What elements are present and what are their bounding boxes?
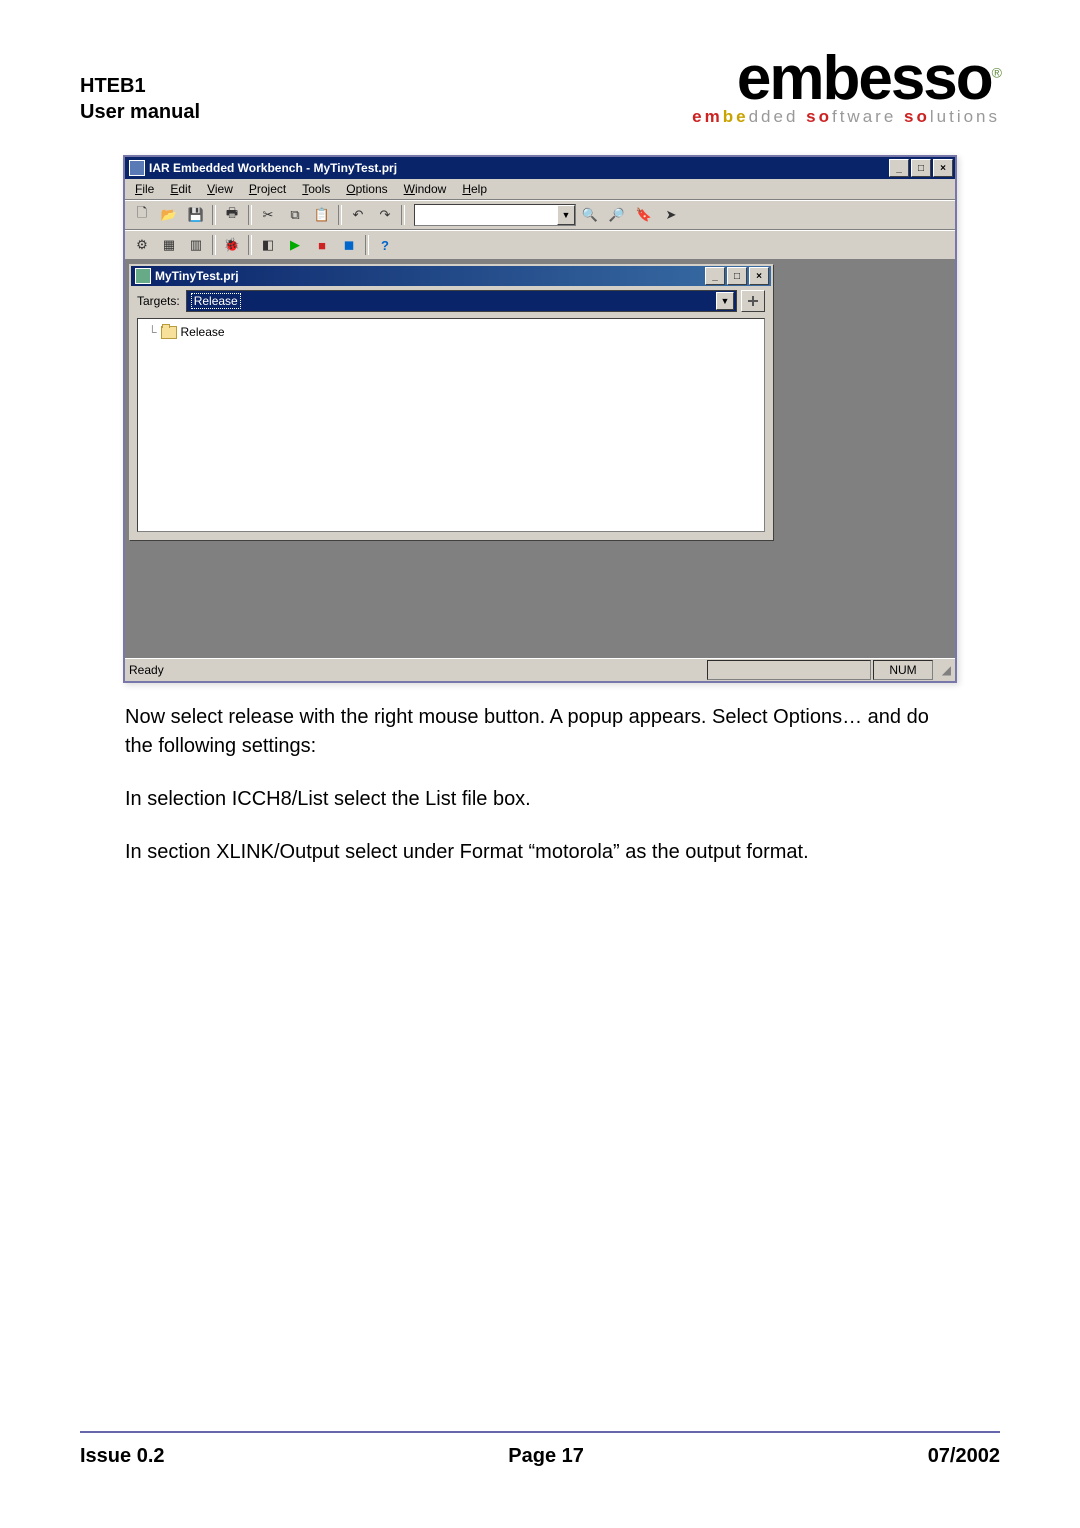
- redo-icon[interactable]: ↷: [372, 203, 398, 227]
- window-title: IAR Embedded Workbench - MyTinyTest.prj: [149, 161, 397, 175]
- undo-icon[interactable]: ↶: [345, 203, 371, 227]
- project-window-title: MyTinyTest.prj: [155, 269, 239, 283]
- print-icon[interactable]: 🖶: [219, 203, 245, 227]
- tree-item-label: Release: [181, 325, 225, 339]
- bookmark-icon[interactable]: 🔖: [631, 203, 657, 227]
- statusbar: Ready NUM ◢: [125, 658, 955, 681]
- build-icon[interactable]: ▥: [183, 233, 209, 257]
- menu-help[interactable]: Help: [456, 181, 493, 197]
- minimize-button[interactable]: _: [889, 159, 909, 177]
- folder-icon: [161, 326, 177, 339]
- find-next-icon[interactable]: 🔎: [604, 203, 630, 227]
- chevron-down-icon[interactable]: ▼: [557, 205, 575, 225]
- targets-label: Targets:: [137, 294, 180, 308]
- new-icon[interactable]: 🗋: [129, 203, 155, 227]
- paragraph-3: In section XLINK/Output select under For…: [125, 838, 955, 867]
- help-icon[interactable]: ?: [372, 233, 398, 257]
- project-window: MyTinyTest.prj _ □ × Targets: Release ▼: [129, 264, 773, 540]
- plus-icon: [746, 294, 760, 308]
- menu-window[interactable]: Window: [398, 181, 453, 197]
- save-icon[interactable]: 💾: [183, 203, 209, 227]
- footer-center: Page 17: [508, 1445, 584, 1468]
- add-target-button[interactable]: [741, 290, 765, 312]
- child-minimize-button[interactable]: _: [705, 267, 725, 285]
- doc-title-1: HTEB1: [80, 73, 200, 99]
- menu-tools[interactable]: Tools: [296, 181, 336, 197]
- close-button[interactable]: ×: [933, 159, 953, 177]
- tree-item-release[interactable]: └ Release: [148, 325, 754, 339]
- targets-selected: Release: [191, 293, 241, 309]
- body-text: Now select release with the right mouse …: [125, 703, 955, 867]
- app-icon: [129, 160, 145, 176]
- make-icon[interactable]: ▦: [156, 233, 182, 257]
- status-numlock: NUM: [873, 660, 933, 680]
- child-close-button[interactable]: ×: [749, 267, 769, 285]
- child-maximize-button[interactable]: □: [727, 267, 747, 285]
- open-icon[interactable]: 📂: [156, 203, 182, 227]
- doc-title-2: User manual: [80, 99, 200, 125]
- app-window: IAR Embedded Workbench - MyTinyTest.prj …: [123, 155, 957, 683]
- reset-icon[interactable]: ◼: [336, 233, 362, 257]
- status-cell-empty: [707, 660, 871, 680]
- menubar: File Edit View Project Tools Options Win…: [125, 179, 955, 200]
- logo-reg-icon: ®: [992, 64, 1000, 80]
- stop-icon[interactable]: ■: [309, 233, 335, 257]
- tree-branch-icon: └: [148, 325, 157, 339]
- toolbar-2: ⚙ ▦ ▥ 🐞 ◧ ▶ ■ ◼ ?: [125, 230, 955, 260]
- menu-edit[interactable]: Edit: [164, 181, 197, 197]
- logo-main-text: embesso: [737, 44, 992, 113]
- titlebar: IAR Embedded Workbench - MyTinyTest.prj …: [125, 157, 955, 179]
- menu-view[interactable]: View: [201, 181, 239, 197]
- mdi-client: MyTinyTest.prj _ □ × Targets: Release ▼: [125, 260, 955, 658]
- logo-subtitle: embedded software solutions: [692, 109, 1000, 125]
- resize-grip-icon[interactable]: ◢: [933, 663, 951, 677]
- chevron-down-icon[interactable]: ▼: [716, 292, 734, 310]
- targets-combo[interactable]: Release ▼: [186, 290, 737, 312]
- paste-icon[interactable]: 📋: [309, 203, 335, 227]
- paragraph-2: In selection ICCH8/List select the List …: [125, 785, 955, 814]
- logo: embesso® embedded software solutions: [692, 50, 1000, 125]
- goto-icon[interactable]: ➤: [658, 203, 684, 227]
- menu-file[interactable]: File: [129, 181, 160, 197]
- toolbar-1: 🗋 📂 💾 🖶 ✂ ⧉ 📋 ↶ ↷ ▼ 🔍 🔎 🔖 ➤: [125, 200, 955, 230]
- footer-left: Issue 0.2: [80, 1445, 165, 1468]
- compile-icon[interactable]: ⚙: [129, 233, 155, 257]
- menu-project[interactable]: Project: [243, 181, 292, 197]
- status-ready: Ready: [129, 663, 649, 677]
- footer: Issue 0.2 Page 17 07/2002: [80, 1431, 1000, 1468]
- toggle-breakpoint-icon[interactable]: ◧: [255, 233, 281, 257]
- doc-header: HTEB1 User manual: [80, 73, 200, 125]
- find-icon[interactable]: 🔍: [577, 203, 603, 227]
- maximize-button[interactable]: □: [911, 159, 931, 177]
- cut-icon[interactable]: ✂: [255, 203, 281, 227]
- menu-options[interactable]: Options: [340, 181, 393, 197]
- copy-icon[interactable]: ⧉: [282, 203, 308, 227]
- project-window-titlebar: MyTinyTest.prj _ □ ×: [131, 266, 771, 286]
- project-icon: [135, 268, 151, 284]
- find-combo[interactable]: ▼: [414, 204, 576, 226]
- paragraph-1: Now select release with the right mouse …: [125, 703, 955, 761]
- footer-right: 07/2002: [928, 1445, 1000, 1468]
- go-icon[interactable]: ▶: [282, 233, 308, 257]
- project-tree[interactable]: └ Release: [137, 318, 765, 532]
- debug-icon[interactable]: 🐞: [219, 233, 245, 257]
